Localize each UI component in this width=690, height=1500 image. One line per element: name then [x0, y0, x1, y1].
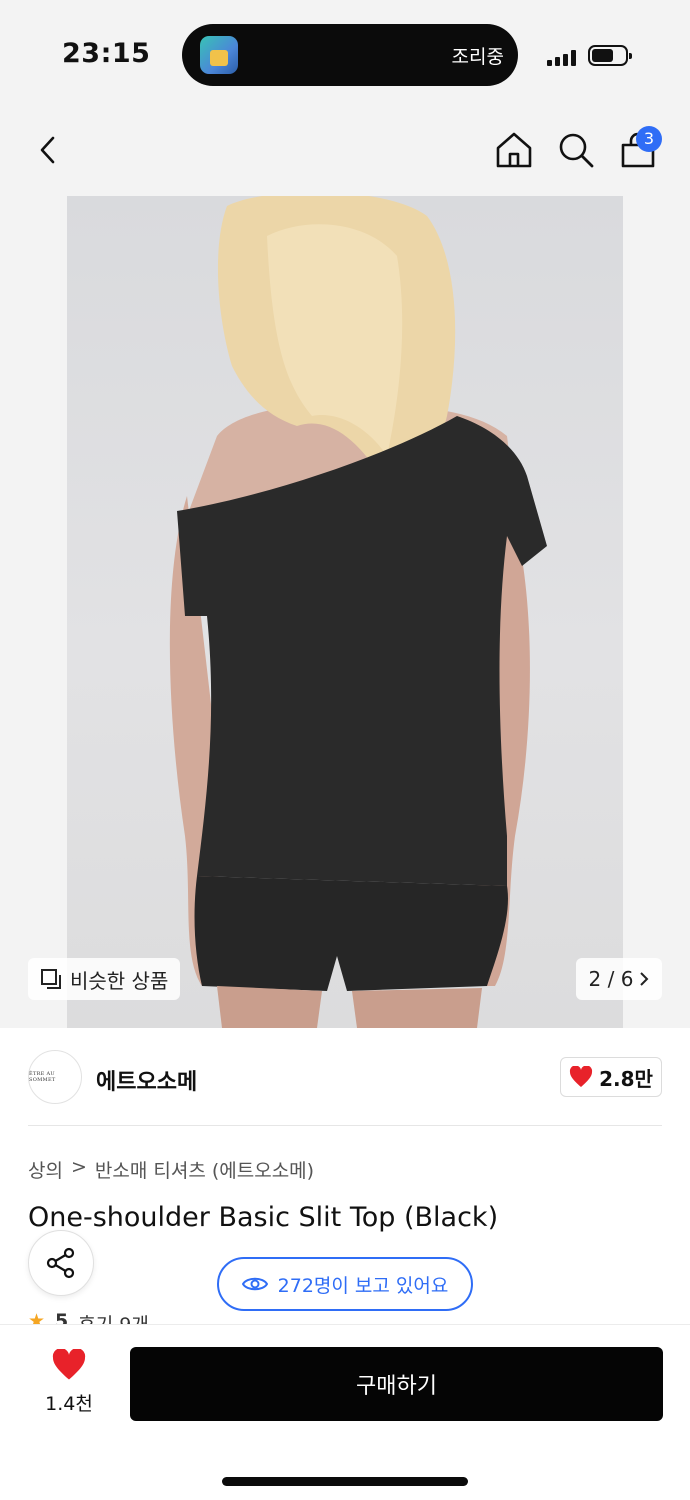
brand-logo[interactable]: ÊTRE AU SOMMET	[28, 1050, 82, 1104]
brand-row[interactable]: ÊTRE AU SOMMET 에트오소메 2.8만	[0, 1028, 690, 1126]
home-button[interactable]	[490, 126, 538, 174]
live-activity-text: 조리중	[451, 46, 504, 68]
similar-items-icon	[41, 969, 61, 989]
breadcrumb-category[interactable]: 상의	[28, 1156, 63, 1183]
product-like-count: 1.4천	[45, 1393, 93, 1415]
back-icon	[40, 136, 55, 164]
breadcrumb-separator-icon: >	[70, 1156, 87, 1178]
chevron-right-icon	[640, 972, 649, 986]
brand-like-count: 2.8만	[599, 1066, 653, 1091]
share-icon	[46, 1247, 75, 1279]
model-photo-illustration	[169, 196, 547, 1028]
breadcrumb-subcategory[interactable]: 반소매 티셔츠 (에트오소메)	[95, 1156, 314, 1183]
breadcrumb: 상의 > 반소매 티셔츠 (에트오소메)	[28, 1156, 314, 1183]
product-detail-screen: 23:15 조리중 3 비슷한 상품 2 / 6 ÊTRE AU SOMMET …	[0, 0, 690, 1500]
brand-like-button[interactable]: 2.8만	[560, 1057, 662, 1097]
search-button[interactable]	[552, 126, 600, 174]
divider	[28, 1125, 662, 1126]
dynamic-island[interactable]: 조리중	[182, 24, 518, 86]
viewers-pill: 272명이 보고 있어요	[217, 1257, 473, 1311]
battery-icon	[588, 45, 632, 66]
product-title: One-shoulder Basic Slit Top (Black)	[28, 1202, 499, 1233]
buy-button[interactable]: 구매하기	[130, 1347, 663, 1421]
share-button[interactable]	[28, 1230, 94, 1296]
image-counter-text: 2 / 6	[588, 967, 634, 991]
back-button[interactable]	[24, 126, 72, 174]
status-bar: 23:15 조리중	[0, 0, 690, 110]
heart-icon	[570, 1066, 593, 1087]
product-gallery: 3 비슷한 상품 2 / 6	[0, 110, 690, 1028]
product-like-button[interactable]: 1.4천	[30, 1349, 108, 1423]
eye-icon	[241, 1277, 268, 1291]
product-photo[interactable]	[67, 196, 623, 1028]
image-counter[interactable]: 2 / 6	[576, 958, 662, 1000]
search-icon	[559, 133, 594, 168]
bottom-action-bar: 1.4천 구매하기	[0, 1324, 690, 1500]
similar-products-label: 비슷한 상품	[70, 968, 169, 993]
heart-icon	[52, 1349, 86, 1380]
home-indicator[interactable]	[222, 1477, 468, 1486]
brand-name[interactable]: 에트오소메	[96, 1064, 197, 1096]
signal-icon	[547, 50, 579, 66]
home-icon	[496, 132, 532, 168]
viewers-text: 272명이 보고 있어요	[277, 1274, 449, 1297]
status-time: 23:15	[62, 38, 151, 69]
app-icon	[200, 36, 238, 74]
cart-count-badge: 3	[636, 126, 662, 152]
similar-products-button[interactable]: 비슷한 상품	[28, 958, 181, 1000]
brand-logo-text: ÊTRE AU SOMMET	[29, 1071, 56, 1083]
